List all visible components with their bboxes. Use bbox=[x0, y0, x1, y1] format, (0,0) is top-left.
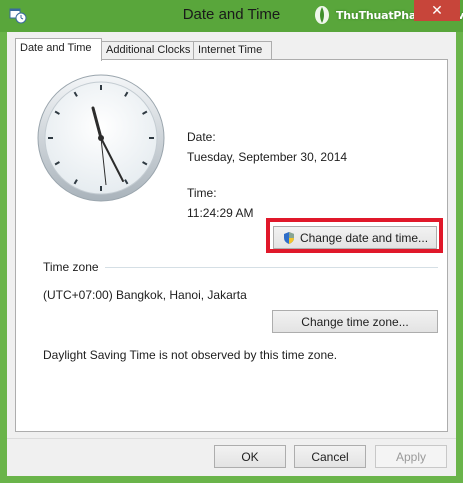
timezone-group-line bbox=[105, 267, 438, 268]
apply-button[interactable]: Apply bbox=[375, 445, 447, 468]
highlight-box bbox=[266, 218, 443, 253]
leaf-logo-icon bbox=[315, 6, 329, 24]
tab-panel: Date: Tuesday, September 30, 2014 Time: … bbox=[15, 59, 448, 432]
tab-internet-time[interactable]: Internet Time bbox=[193, 41, 272, 60]
timezone-section-label: Time zone bbox=[43, 260, 99, 274]
change-time-zone-button[interactable]: Change time zone... bbox=[272, 310, 438, 333]
time-label: Time: bbox=[187, 186, 217, 200]
cancel-button[interactable]: Cancel bbox=[294, 445, 366, 468]
timezone-value: (UTC+07:00) Bangkok, Hanoi, Jakarta bbox=[43, 288, 247, 302]
footer-divider bbox=[7, 438, 456, 439]
dst-note: Daylight Saving Time is not observed by … bbox=[43, 348, 338, 362]
dialog-client-area: Date and Time Additional Clocks Internet… bbox=[7, 32, 456, 476]
dialog-window: Date and Time ThuThuatPhanMem.vn ✕ Date … bbox=[0, 0, 463, 483]
ok-button[interactable]: OK bbox=[214, 445, 286, 468]
date-value: Tuesday, September 30, 2014 bbox=[187, 150, 348, 164]
time-value: 11:24:29 AM bbox=[187, 206, 254, 220]
close-button[interactable]: ✕ bbox=[414, 0, 460, 21]
change-time-zone-label: Change time zone... bbox=[301, 314, 409, 329]
tab-date-and-time[interactable]: Date and Time bbox=[15, 38, 102, 61]
analog-clock-icon bbox=[37, 74, 165, 202]
date-label: Date: bbox=[187, 130, 216, 144]
title-bar[interactable]: Date and Time ThuThuatPhanMem.vn ✕ bbox=[0, 0, 463, 32]
tab-additional-clocks[interactable]: Additional Clocks bbox=[101, 41, 194, 60]
